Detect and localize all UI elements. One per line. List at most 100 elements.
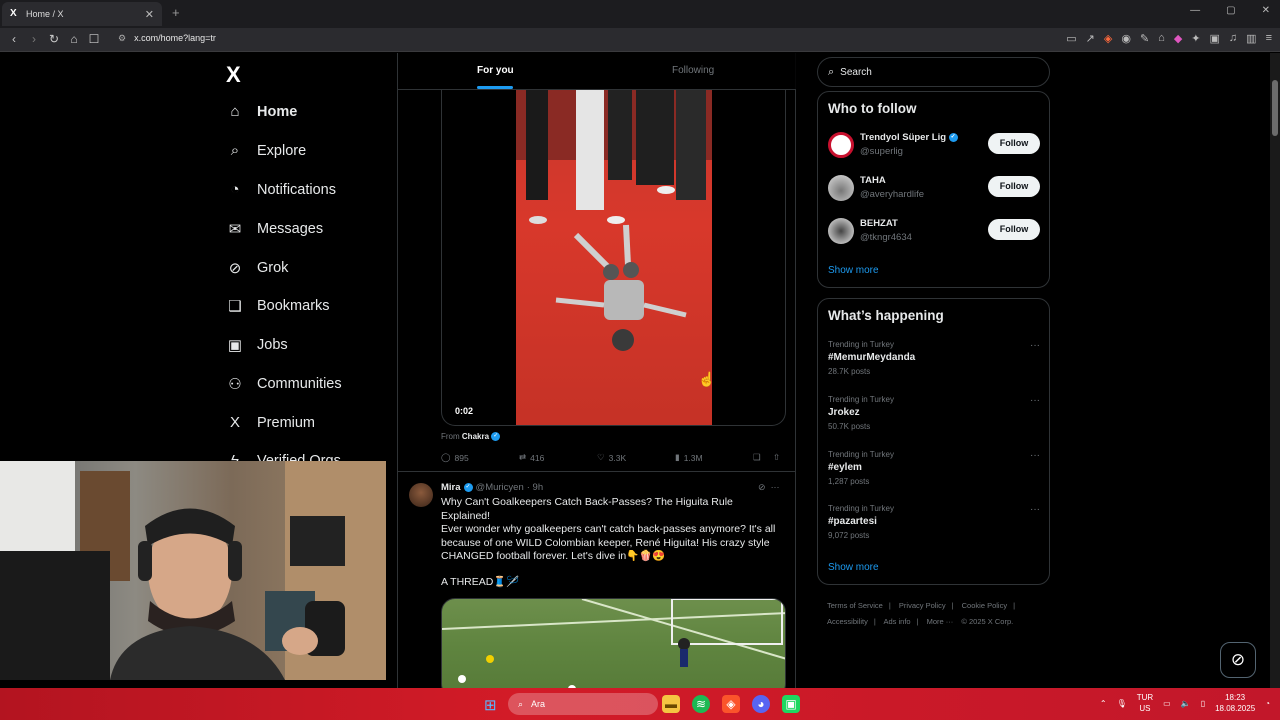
tweet-time[interactable]: · 9h [527, 482, 543, 493]
cast-icon[interactable]: ▭ [1066, 32, 1076, 45]
extension-icon[interactable]: ◉ [1121, 32, 1131, 45]
site-info-icon[interactable]: ⚙ [118, 33, 126, 43]
source-name[interactable]: Chakra [462, 432, 489, 441]
show-more-link[interactable]: Show more [828, 265, 879, 276]
more-icon[interactable]: ··· [1030, 450, 1040, 461]
footer-link-accessibility[interactable]: Accessibility [827, 617, 868, 626]
nav-item-notifications[interactable]: ◔ Notifications [226, 181, 336, 198]
avatar[interactable] [409, 483, 433, 507]
network-icon[interactable]: ▭ [1163, 699, 1171, 708]
footer-link-terms[interactable]: Terms of Service [827, 601, 883, 610]
forward-icon[interactable]: › [28, 32, 40, 46]
author-name[interactable]: Mira [441, 482, 461, 493]
volume-icon[interactable]: 🔈 [1181, 699, 1191, 708]
browser-tab[interactable]: X Home / X ✕ [2, 2, 162, 26]
spotify-icon[interactable]: ≋ [692, 695, 710, 713]
tweet-media[interactable] [441, 598, 786, 688]
video-frame[interactable]: ☝ [516, 90, 715, 425]
nav-item-grok[interactable]: ⊘ Grok [226, 259, 289, 277]
url-field[interactable]: ⚙ x.com/home?lang=tr [118, 33, 216, 44]
avatar[interactable] [828, 175, 854, 201]
reply-button[interactable]: ◯ 895 [441, 452, 519, 463]
more-icon[interactable]: ··· [1030, 504, 1040, 515]
share-tweet-button[interactable]: ⇧ [773, 452, 785, 463]
like-button[interactable]: ♡ 3.3K [597, 452, 675, 463]
home-button-icon[interactable]: ⌂ [68, 32, 80, 46]
trend-item[interactable]: Trending in Turkey #eylem 1,287 posts ··… [828, 450, 1040, 486]
more-icon[interactable]: ··· [1030, 340, 1040, 351]
who-to-follow-panel: Who to follow Trendyol Süper Lig ✓ @supe… [817, 91, 1050, 288]
clock[interactable]: 18:23 18.08.2025 [1215, 692, 1255, 714]
discord-icon[interactable]: ◕ [752, 695, 770, 713]
tray-expand-icon[interactable]: ⌃ [1100, 699, 1107, 708]
bookmark-page-icon[interactable]: ☐ [88, 32, 100, 46]
views-button[interactable]: ▮ 1.3M [675, 452, 753, 463]
close-window-button[interactable]: ✕ [1262, 5, 1270, 16]
extension-icon[interactable]: ✎ [1140, 32, 1149, 45]
nav-item-bookmarks[interactable]: ❑ Bookmarks [226, 297, 329, 315]
sidebar-icon[interactable]: ▥ [1246, 32, 1256, 45]
follow-button[interactable]: Follow [988, 219, 1040, 240]
trend-item[interactable]: Trending in Turkey Jrokez 50.7K posts ··… [828, 395, 1040, 431]
battery-icon[interactable]: ▯ [1201, 699, 1205, 708]
nav-item-messages[interactable]: ✉ Messages [226, 220, 323, 238]
account-name: Trendyol Süper Lig ✓ [860, 132, 958, 143]
follow-suggestion[interactable]: TAHA @averyhardlife Follow [828, 173, 1040, 203]
extension-icon[interactable]: ◆ [1174, 32, 1182, 45]
minimize-button[interactable]: — [1190, 5, 1200, 16]
brave-icon[interactable]: ◈ [722, 695, 740, 713]
share-icon[interactable]: ↗ [1086, 32, 1095, 45]
puzzle-icon[interactable]: ✦ [1191, 32, 1200, 45]
tab-following[interactable]: Following [672, 65, 714, 76]
follow-suggestion[interactable]: BEHZAT @tkngr4634 Follow [828, 216, 1040, 246]
music-icon[interactable]: ♫ [1229, 32, 1237, 45]
repost-button[interactable]: ⇄ 416 [519, 452, 597, 463]
bookmark-tweet-button[interactable]: ❑ [753, 452, 773, 463]
follow-suggestion[interactable]: Trendyol Süper Lig ✓ @superlig Follow [828, 130, 1040, 160]
language-indicator[interactable]: TUR US [1137, 692, 1153, 714]
footer-link-more[interactable]: More ··· [927, 617, 954, 626]
scrollbar-thumb[interactable] [1272, 80, 1278, 136]
nav-item-communities[interactable]: ⚇ Communities [226, 375, 341, 393]
footer-link-ads[interactable]: Ads info [883, 617, 910, 626]
follow-button[interactable]: Follow [988, 133, 1040, 154]
menu-icon[interactable]: ≡ [1266, 32, 1272, 45]
more-icon[interactable]: ··· [771, 482, 780, 492]
search-input[interactable]: ⌕ Search [817, 57, 1050, 87]
avatar[interactable] [828, 132, 854, 158]
brave-shield-icon[interactable]: ◈ [1104, 32, 1112, 45]
author-handle[interactable]: @Muricyen [476, 482, 524, 493]
nav-item-premium[interactable]: X Premium [226, 414, 315, 431]
notifications-icon[interactable]: ◔ [1265, 699, 1270, 708]
tab-for-you[interactable]: For you [477, 65, 514, 76]
nav-item-home[interactable]: ⌂ Home [226, 103, 297, 120]
new-tab-button[interactable]: + [172, 5, 180, 20]
page-scrollbar[interactable] [1270, 53, 1280, 688]
windows-start-icon[interactable]: ⊞ [484, 696, 497, 714]
follow-button[interactable]: Follow [988, 176, 1040, 197]
avatar[interactable] [828, 218, 854, 244]
tab-close-icon[interactable]: ✕ [145, 8, 154, 21]
nav-item-jobs[interactable]: ▣ Jobs [226, 336, 288, 354]
back-icon[interactable]: ‹ [8, 32, 20, 46]
maximize-button[interactable]: ▢ [1226, 5, 1235, 16]
trend-item[interactable]: Trending in Turkey #pazartesi 9,072 post… [828, 504, 1040, 540]
reload-icon[interactable]: ↻ [48, 32, 60, 46]
footer-link-privacy[interactable]: Privacy Policy [899, 601, 946, 610]
extension-icon[interactable]: ⌂ [1158, 32, 1165, 45]
show-more-link[interactable]: Show more [828, 562, 879, 573]
tweet-video[interactable]: ☝ 0:02 [441, 90, 786, 426]
grok-icon[interactable]: ⊘ [758, 482, 766, 492]
x-logo-icon[interactable]: X [226, 62, 241, 88]
trend-item[interactable]: Trending in Turkey #MemurMeydanda 28.7K … [828, 340, 1040, 376]
file-explorer-icon[interactable]: ▬ [662, 695, 680, 713]
nav-label: Jobs [257, 337, 288, 353]
nav-item-explore[interactable]: ⌕ Explore [226, 142, 306, 159]
grok-float-button[interactable]: ⊘ [1220, 642, 1256, 678]
footer-link-cookie[interactable]: Cookie Policy [962, 601, 1007, 610]
microphone-icon[interactable]: 🎙 [1117, 699, 1127, 708]
extension-icon[interactable]: ▣ [1210, 32, 1220, 45]
app-icon[interactable]: ▣ [782, 695, 800, 713]
taskbar-search[interactable]: ⌕ Ara [508, 693, 658, 715]
more-icon[interactable]: ··· [1030, 395, 1040, 406]
